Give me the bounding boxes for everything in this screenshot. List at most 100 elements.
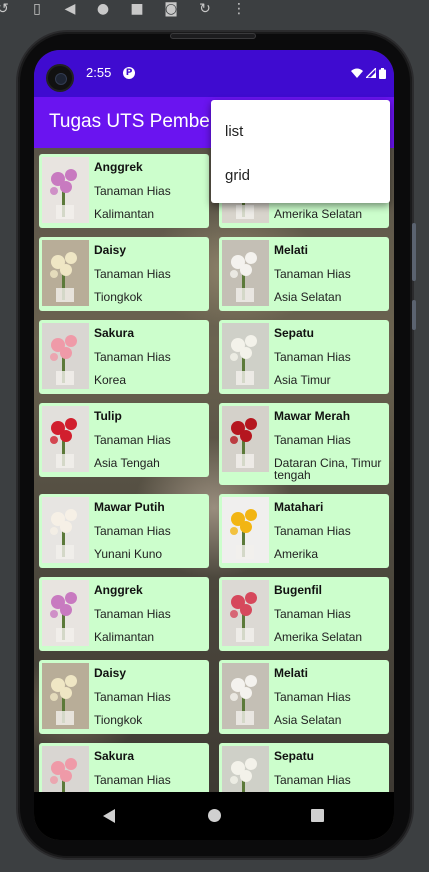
flower-card[interactable]: Sepatu Tanaman Hias Asia Timur bbox=[219, 320, 389, 394]
flower-card[interactable]: Bugenfil Tanaman Hias Amerika Selatan bbox=[219, 577, 389, 651]
flower-thumbnail bbox=[222, 406, 269, 472]
flower-photo bbox=[42, 240, 89, 306]
flower-card[interactable]: Melati Tanaman Hias Asia Selatan bbox=[219, 237, 389, 311]
back-icon[interactable]: ◀ bbox=[61, 0, 79, 20]
flower-type: Tanaman Hias bbox=[94, 690, 171, 704]
flower-card[interactable]: Sakura Tanaman Hias bbox=[39, 743, 209, 792]
flower-type: Tanaman Hias bbox=[94, 773, 171, 787]
emulator-toolbar: ↺ ▯ ◀ ● ■ ◙ ↻ ⋮ bbox=[0, 0, 429, 20]
flower-card[interactable]: Matahari Tanaman Hias Amerika bbox=[219, 494, 389, 568]
flower-origin: Asia Tengah bbox=[94, 456, 160, 470]
flower-thumbnail bbox=[42, 157, 89, 223]
flower-origin: Asia Selatan bbox=[274, 713, 342, 727]
flower-photo bbox=[42, 663, 89, 729]
nav-recents-icon[interactable] bbox=[311, 809, 324, 822]
flower-origin: Yunani Kuno bbox=[94, 547, 163, 561]
flower-thumbnail bbox=[42, 663, 89, 729]
flower-thumbnail bbox=[42, 323, 89, 389]
flower-name: Melati bbox=[274, 243, 309, 257]
flower-card[interactable]: Melati Tanaman Hias Asia Selatan bbox=[219, 660, 389, 734]
flower-name: Daisy bbox=[94, 666, 127, 680]
flower-origin: Amerika Selatan bbox=[274, 207, 363, 221]
flower-type: Tanaman Hias bbox=[274, 267, 351, 281]
flower-photo bbox=[222, 497, 269, 563]
signal-icon bbox=[366, 68, 376, 78]
flower-photo bbox=[222, 323, 269, 389]
camera-icon[interactable]: ◙ bbox=[162, 0, 180, 20]
flower-type: Tanaman Hias bbox=[274, 607, 351, 621]
flower-name: Mawar Putih bbox=[94, 500, 165, 514]
flower-card[interactable]: Sepatu Tanaman Hias bbox=[219, 743, 389, 792]
flower-type: Tanaman Hias bbox=[94, 607, 171, 621]
flower-card[interactable]: Anggrek Tanaman Hias Kalimantan bbox=[39, 154, 209, 228]
power-button[interactable] bbox=[412, 300, 416, 330]
flower-grid[interactable]: Anggrek Tanaman Hias Kalimantan Amerika Sel… bbox=[34, 148, 394, 792]
more-icon[interactable]: ⋮ bbox=[230, 0, 248, 20]
flower-thumbnail bbox=[222, 580, 269, 646]
flower-thumbnail bbox=[222, 663, 269, 729]
volume-button[interactable] bbox=[412, 223, 416, 281]
rotate-icon[interactable]: ↺ bbox=[0, 0, 12, 20]
overflow-menu: list grid bbox=[211, 100, 390, 203]
flower-origin: Tiongkok bbox=[94, 713, 143, 727]
flower-card[interactable]: Daisy Tanaman Hias Tiongkok bbox=[39, 237, 209, 311]
earpiece bbox=[170, 33, 256, 39]
flower-photo bbox=[42, 157, 89, 223]
flower-type: Tanaman Hias bbox=[94, 184, 171, 198]
flower-card[interactable]: Sakura Tanaman Hias Korea bbox=[39, 320, 209, 394]
flower-origin: Korea bbox=[94, 373, 127, 387]
flower-type: Tanaman Hias bbox=[274, 433, 351, 447]
flower-photo bbox=[42, 406, 89, 472]
flower-card[interactable]: Tulip Tanaman Hias Asia Tengah bbox=[39, 403, 209, 477]
flower-card[interactable]: Daisy Tanaman Hias Tiongkok bbox=[39, 660, 209, 734]
flower-origin: Amerika Selatan bbox=[274, 630, 363, 644]
flower-type: Tanaman Hias bbox=[94, 267, 171, 281]
flower-thumbnail bbox=[222, 746, 269, 792]
flower-name: Melati bbox=[274, 666, 309, 680]
status-time: 2:55 bbox=[86, 65, 112, 80]
flower-origin: Kalimantan bbox=[94, 207, 155, 221]
flower-origin: Tiongkok bbox=[94, 290, 143, 304]
flower-name: Anggrek bbox=[94, 583, 143, 597]
flower-thumbnail bbox=[42, 746, 89, 792]
flower-card[interactable]: Anggrek Tanaman Hias Kalimantan bbox=[39, 577, 209, 651]
flower-thumbnail bbox=[42, 406, 89, 472]
flower-photo bbox=[222, 240, 269, 306]
replay-icon[interactable]: ↻ bbox=[196, 0, 214, 20]
flower-photo bbox=[42, 323, 89, 389]
flower-name: Sakura bbox=[94, 749, 135, 763]
flower-thumbnail bbox=[222, 497, 269, 563]
flower-type: Tanaman Hias bbox=[274, 350, 351, 364]
flower-name: Sepatu bbox=[274, 749, 315, 763]
flower-photo bbox=[42, 580, 89, 646]
navigation-bar bbox=[34, 792, 394, 840]
notification-badge: P bbox=[123, 67, 135, 79]
phone-screen: 2:55 P Tugas UTS Pemberdayaan Anggrek Tan… bbox=[34, 50, 394, 840]
flower-origin: Amerika bbox=[274, 547, 319, 561]
flower-thumbnail bbox=[42, 240, 89, 306]
flower-thumbnail bbox=[222, 323, 269, 389]
flower-thumbnail bbox=[42, 580, 89, 646]
flower-photo bbox=[42, 746, 89, 792]
flower-name: Daisy bbox=[94, 243, 127, 257]
home-icon[interactable]: ● bbox=[94, 0, 112, 20]
flower-card[interactable]: Mawar Merah Tanaman Hias Dataran Cina, Tim… bbox=[219, 403, 389, 485]
flower-origin: Dataran Cina, Timur tengah bbox=[274, 456, 382, 482]
flower-name: Sakura bbox=[94, 326, 135, 340]
flower-photo bbox=[222, 746, 269, 792]
flower-origin: Asia Timur bbox=[274, 373, 331, 387]
flower-name: Tulip bbox=[94, 409, 122, 423]
device-frame-icon[interactable]: ▯ bbox=[28, 0, 46, 20]
flower-origin: Asia Selatan bbox=[274, 290, 342, 304]
flower-photo bbox=[42, 497, 89, 563]
flower-name: Bugenfil bbox=[274, 583, 322, 597]
nav-home-icon[interactable] bbox=[208, 809, 221, 822]
nav-back-icon[interactable] bbox=[103, 809, 115, 823]
menu-item-list[interactable]: list bbox=[225, 123, 243, 140]
menu-item-grid[interactable]: grid bbox=[225, 167, 250, 184]
flower-card[interactable]: Mawar Putih Tanaman Hias Yunani Kuno bbox=[39, 494, 209, 568]
overview-icon[interactable]: ■ bbox=[128, 0, 146, 20]
status-bar: 2:55 P bbox=[34, 50, 394, 97]
flower-type: Tanaman Hias bbox=[94, 433, 171, 447]
flower-type: Tanaman Hias bbox=[94, 524, 171, 538]
